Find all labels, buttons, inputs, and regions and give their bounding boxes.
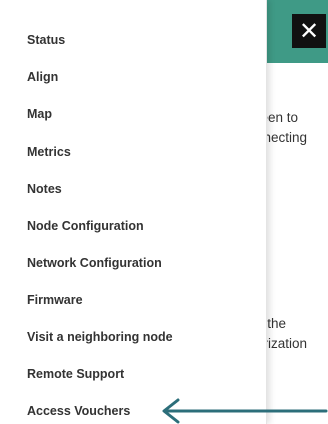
- menu-item-access-vouchers[interactable]: Access Vouchers: [27, 401, 130, 421]
- arrow-left-icon: [162, 398, 328, 424]
- close-icon: ✕: [298, 17, 320, 45]
- menu-item-firmware[interactable]: Firmware: [27, 290, 83, 310]
- menu-item-remote-support[interactable]: Remote Support: [27, 364, 124, 384]
- app-page: ✕ reen to nnecting n the orization Statu…: [0, 0, 328, 424]
- menu-item-status[interactable]: Status: [27, 30, 65, 50]
- menu-item-metrics[interactable]: Metrics: [27, 142, 71, 162]
- menu-item-map[interactable]: Map: [27, 104, 52, 124]
- menu-item-node-configuration[interactable]: Node Configuration: [27, 216, 144, 236]
- menu-item-visit-neighboring-node[interactable]: Visit a neighboring node: [27, 327, 173, 347]
- menu-item-network-configuration[interactable]: Network Configuration: [27, 253, 162, 273]
- menu-item-align[interactable]: Align: [27, 67, 58, 87]
- menu-item-notes[interactable]: Notes: [27, 179, 62, 199]
- close-button[interactable]: ✕: [292, 14, 326, 48]
- navigation-drawer: Status Align Map Metrics Notes Node Conf…: [0, 0, 267, 424]
